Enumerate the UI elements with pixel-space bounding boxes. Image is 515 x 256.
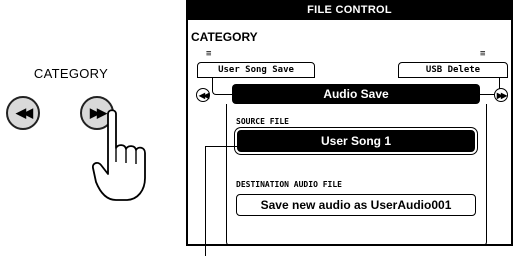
tab-marker-left: ≡ [206, 49, 212, 59]
category-prev-button[interactable]: ◀◀ [6, 96, 40, 130]
destination-file-field[interactable]: Save new audio as UserAudio001 [236, 194, 476, 216]
tab-user-song-save[interactable]: User Song Save [197, 62, 315, 78]
audio-save-header: Audio Save [232, 84, 480, 104]
category-heading: CATEGORY [191, 30, 258, 44]
callout-line-horizontal [206, 146, 298, 147]
left-connector [212, 78, 232, 95]
category-label: CATEGORY [33, 66, 109, 81]
next-category-icon[interactable]: ▶▶ [494, 88, 508, 102]
tab-usb-delete[interactable]: USB Delete [398, 62, 508, 78]
pointing-hand-icon [92, 109, 146, 201]
tab-marker-right: ≡ [480, 49, 486, 59]
source-file-field[interactable]: User Song 1 [237, 130, 475, 152]
prev-category-icon[interactable]: ◀◀ [196, 88, 210, 102]
rewind-icon: ◀◀ [16, 105, 33, 120]
display-title: FILE CONTROL [186, 0, 513, 20]
callout-line-vertical [205, 146, 206, 256]
source-file-label: SOURCE FILE [236, 117, 289, 126]
destination-file-label: DESTINATION AUDIO FILE [236, 180, 342, 189]
